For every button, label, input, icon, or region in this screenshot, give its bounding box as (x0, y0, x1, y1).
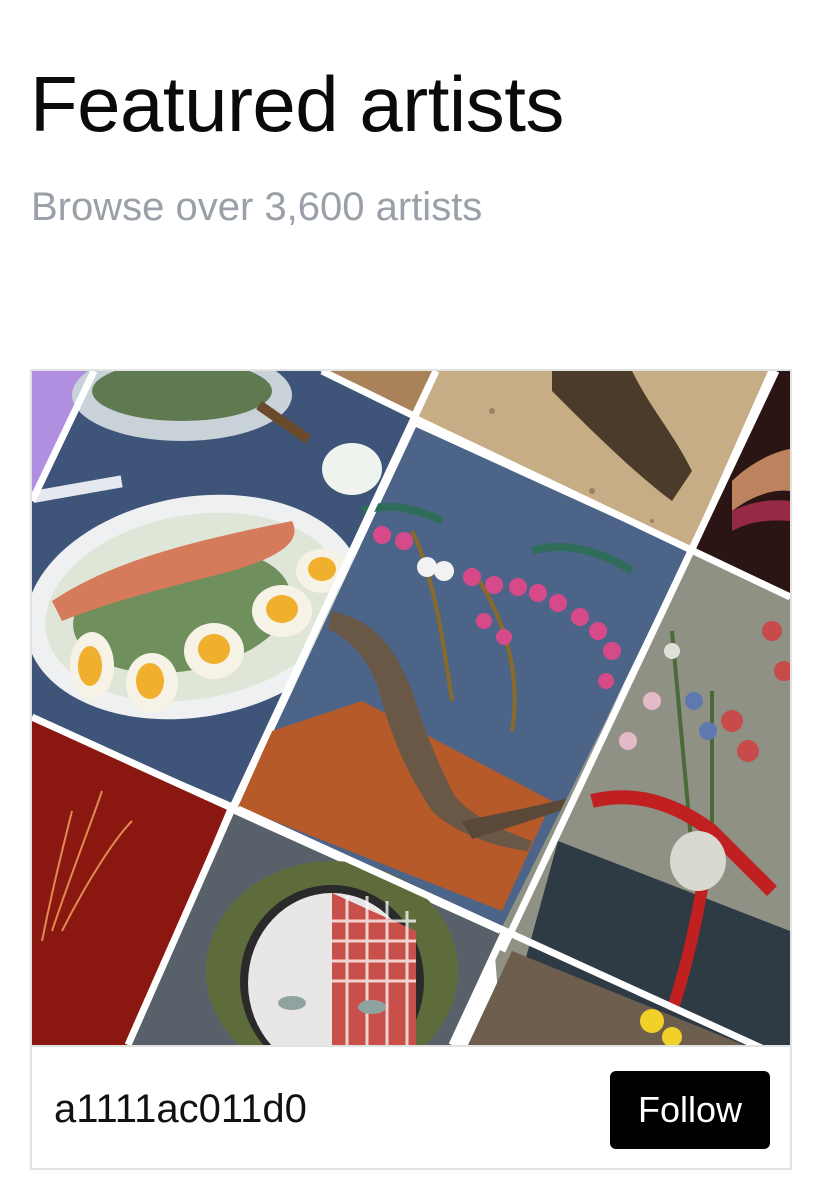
artwork-collage[interactable] (32, 371, 790, 1045)
page-title: Featured artists (30, 60, 564, 148)
follow-button[interactable]: Follow (610, 1071, 770, 1149)
artist-card[interactable]: a1111ac011d0 Follow (30, 369, 792, 1170)
page-subtitle: Browse over 3,600 artists (31, 185, 483, 229)
artist-name[interactable]: a1111ac011d0 (54, 1087, 307, 1132)
artist-card-footer: a1111ac011d0 Follow (32, 1045, 790, 1168)
